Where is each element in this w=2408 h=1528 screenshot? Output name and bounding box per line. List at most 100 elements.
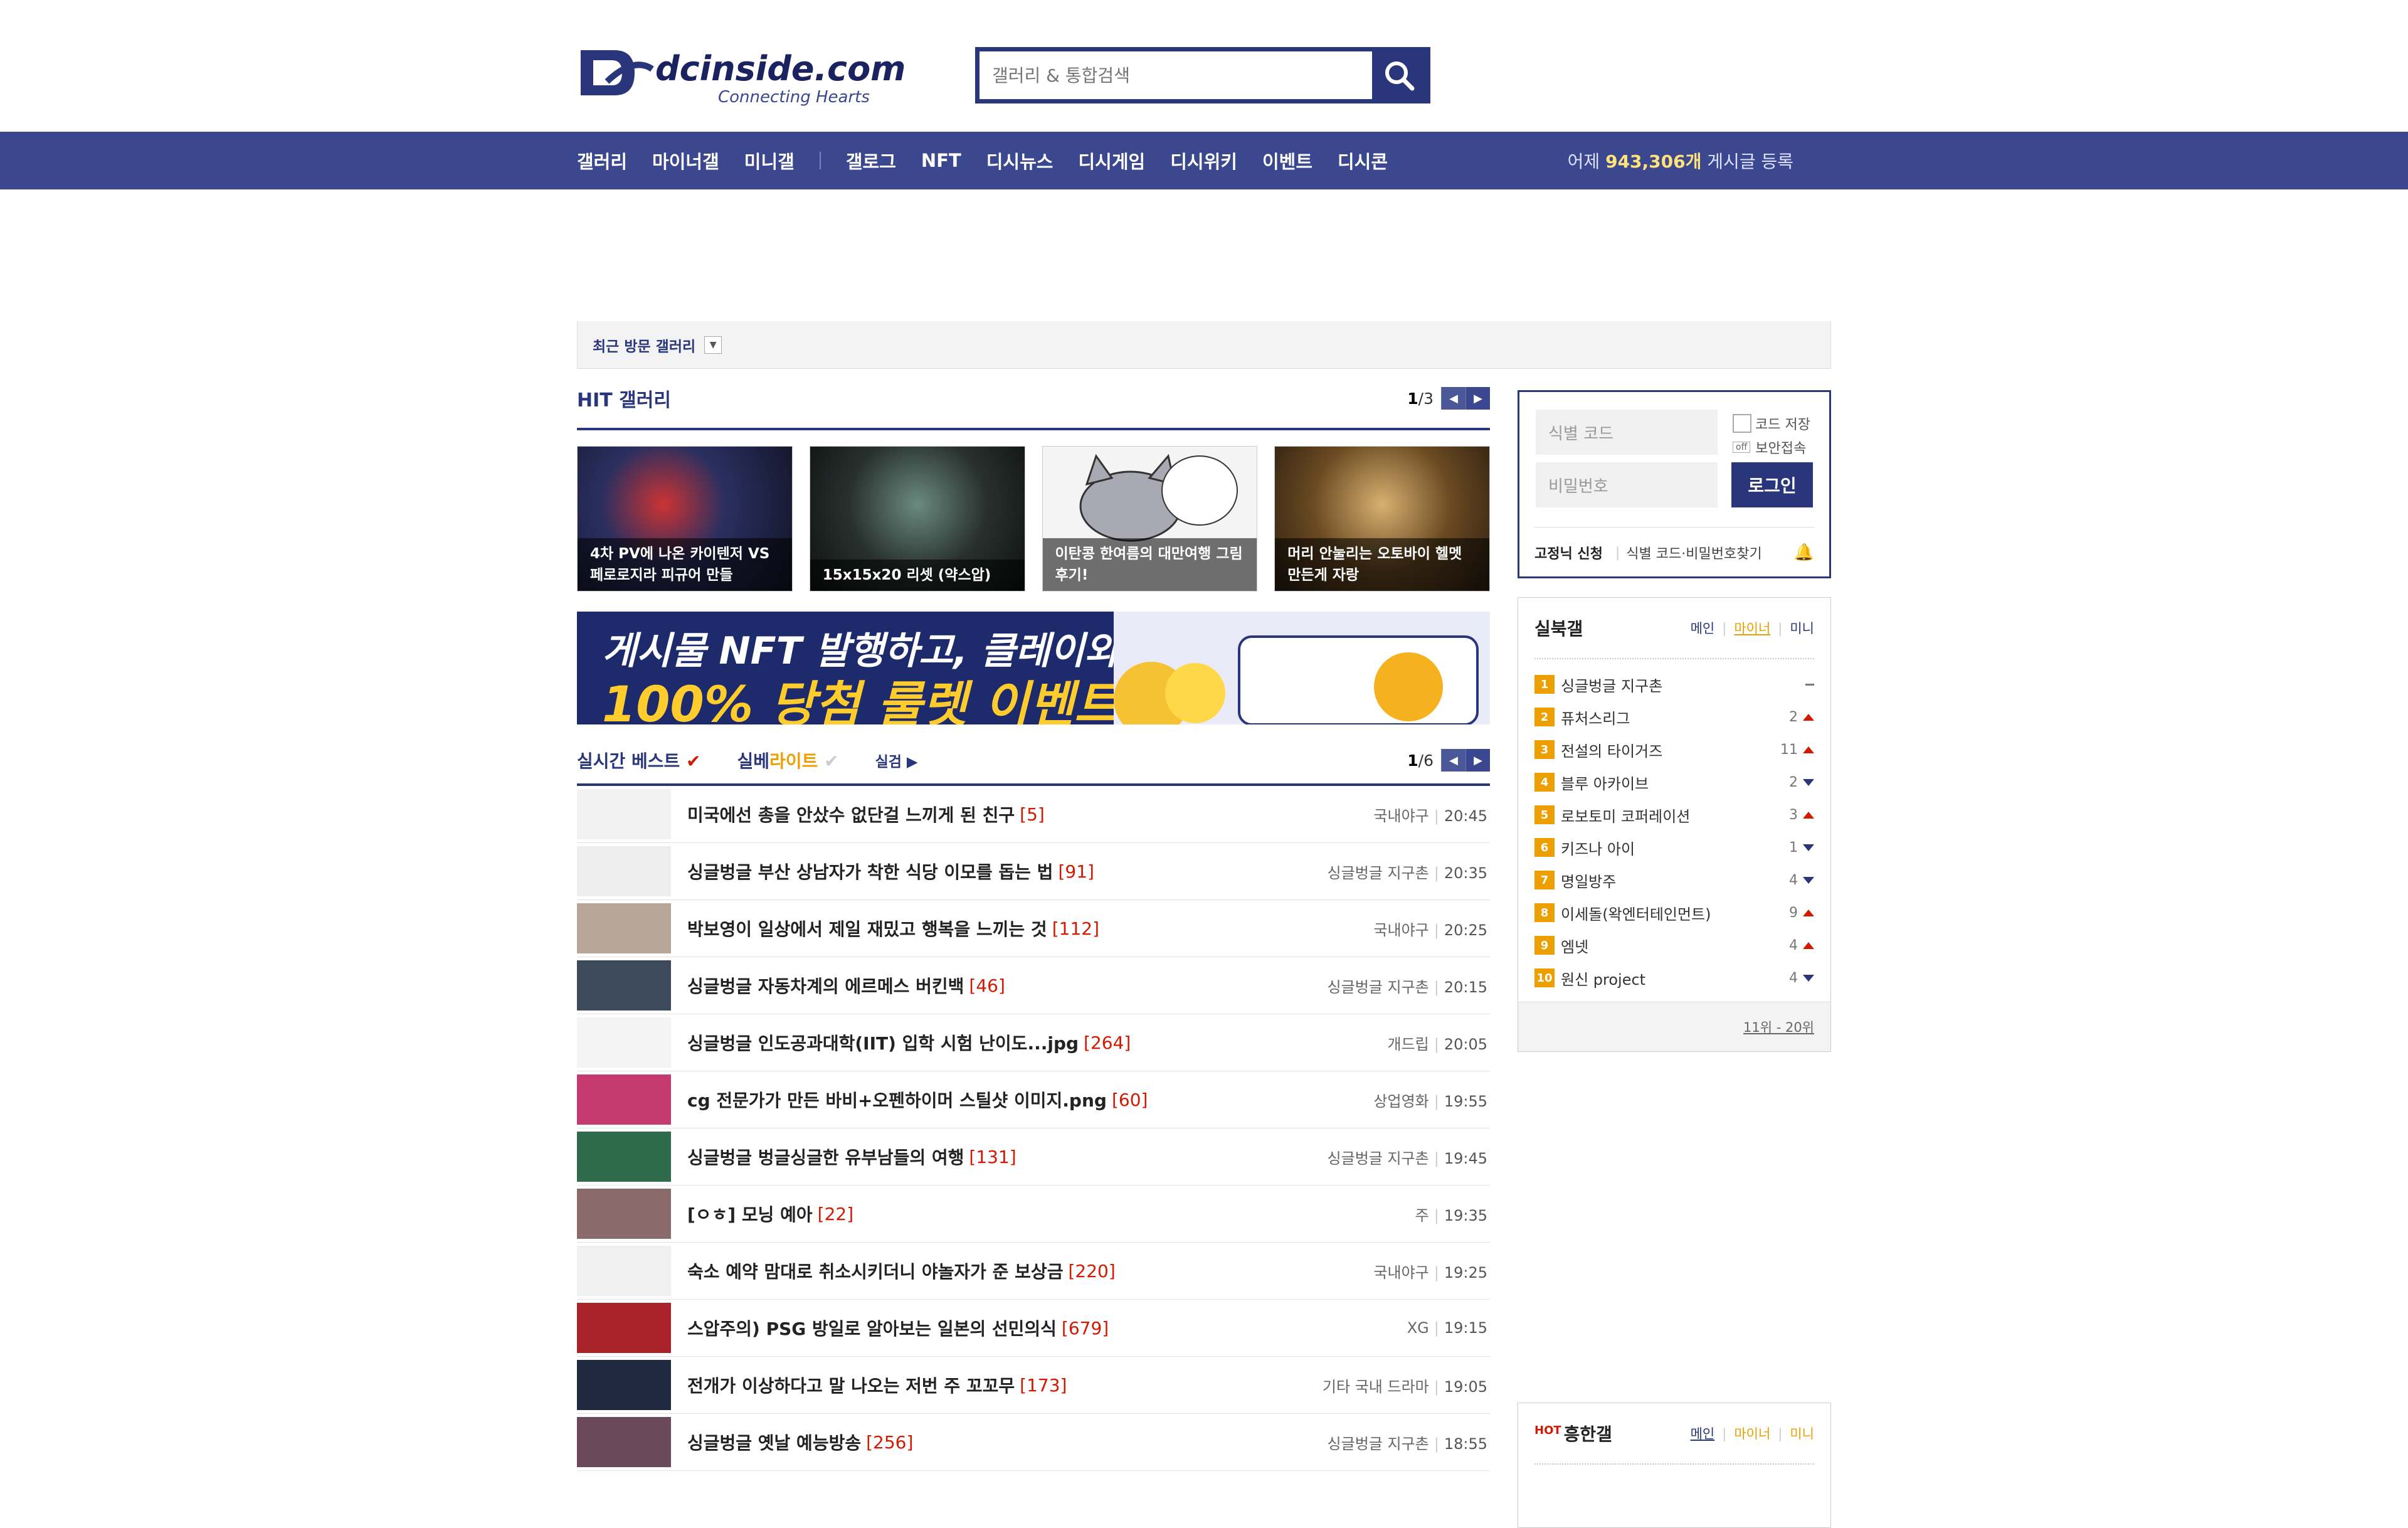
post-gallery[interactable]: 상업영화 xyxy=(1373,1093,1428,1110)
password-input[interactable]: 비밀번호 xyxy=(1536,462,1718,507)
post-title[interactable]: 싱글벙글 자동차계의 에르메스 버킨백 xyxy=(687,973,964,998)
next-arrow-icon[interactable]: ▶ xyxy=(1465,387,1490,410)
nav-dcwiki[interactable]: 디시위키 xyxy=(1170,147,1237,174)
post-gallery[interactable]: 국내야구 xyxy=(1373,1264,1428,1281)
search-input[interactable] xyxy=(980,51,1372,99)
rank-gallery-name[interactable]: 이세돌(왁엔터테인먼트) xyxy=(1561,902,1711,924)
nft-event-banner[interactable]: 게시물 NFT 발행하고, 클레이와 갤러콘 받자! 100% 당첨 룰렛 이벤… xyxy=(577,612,1490,724)
rank-gallery-name[interactable]: 전설의 타이거즈 xyxy=(1561,739,1662,761)
prev-arrow-icon[interactable]: ◀ xyxy=(1441,387,1465,410)
login-button[interactable]: 로그인 xyxy=(1731,462,1813,507)
post-title[interactable]: [ㅇㅎ] 모닝 예아 xyxy=(687,1201,813,1226)
tab-realtime-best[interactable]: 실시간 베스트 ✔ xyxy=(577,748,701,773)
hit-card[interactable]: 머리 안눌리는 오토바이 헬멧 만든게 자랑 xyxy=(1274,446,1490,592)
rank-item[interactable]: 5 로보토미 코퍼레이션 3 xyxy=(1534,798,1814,831)
rank-item[interactable]: 1 싱글벙글 지구촌 xyxy=(1534,668,1814,701)
hit-card[interactable]: 4차 PV에 나온 카이텐저 VS페로로지라 피규어 만들 xyxy=(577,446,793,592)
post-title[interactable]: 싱글벙글 옛날 예능방송 xyxy=(687,1430,861,1455)
bell-icon[interactable]: 🔔 xyxy=(1794,543,1814,562)
rank-item[interactable]: 8 이세돌(왁엔터테인먼트) 9 xyxy=(1534,896,1814,929)
post-title[interactable]: 전개가 이상하다고 말 나오는 저번 주 꼬꼬무 xyxy=(687,1372,1015,1398)
chevron-down-icon[interactable]: ▼ xyxy=(704,336,722,354)
dcinside-logo[interactable]: dcinside.com Connecting Hearts xyxy=(577,44,941,107)
post-row[interactable]: [ㅇㅎ] 모닝 예아 [22] 주 | 19:35 xyxy=(577,1186,1490,1243)
rank-item[interactable]: 3 전설의 타이거즈 11 xyxy=(1534,733,1814,766)
post-title[interactable]: cg 전문가가 만든 바비+오펜하이머 스틸샷 이미지.png xyxy=(687,1087,1107,1112)
rank-item[interactable]: 10 원신 project 4 xyxy=(1534,962,1814,994)
post-row[interactable]: 싱글벙글 벙글싱글한 유부남들의 여행 [131] 싱글벙글 지구촌 | 19:45 xyxy=(577,1128,1490,1186)
post-gallery[interactable]: 싱글벙글 지구촌 xyxy=(1328,1150,1429,1167)
post-gallery[interactable]: 국내야구 xyxy=(1373,807,1428,825)
prev-arrow-icon[interactable]: ◀ xyxy=(1441,749,1465,772)
post-title[interactable]: 싱글벙글 인도공과대학(IIT) 입학 시험 난이도...jpg xyxy=(687,1030,1079,1055)
rank-more-link[interactable]: 11위 - 20위 xyxy=(1518,1002,1830,1051)
nav-mini-gallery[interactable]: 미니갤 xyxy=(744,147,795,174)
post-gallery[interactable]: 싱글벙글 지구촌 xyxy=(1328,979,1429,996)
post-title[interactable]: 싱글벙글 부산 상남자가 착한 식당 이모를 돕는 법 xyxy=(687,859,1053,884)
signup-link[interactable]: 고정닉 신청 xyxy=(1534,543,1603,563)
post-gallery[interactable]: 개드립 xyxy=(1387,1036,1428,1053)
post-gallery[interactable]: XG xyxy=(1407,1319,1429,1337)
nav-dcnews[interactable]: 디시뉴스 xyxy=(986,147,1054,174)
rank-gallery-name[interactable]: 키즈나 아이 xyxy=(1561,837,1635,859)
hit-card[interactable]: 15x15x20 리셋 (약스압) xyxy=(809,446,1025,592)
next-arrow-icon[interactable]: ▶ xyxy=(1465,749,1490,772)
find-account-link[interactable]: 식별 코드·비밀번호찾기 xyxy=(1626,543,1761,563)
rank-gallery-name[interactable]: 엠넷 xyxy=(1561,935,1588,957)
post-gallery[interactable]: 주 xyxy=(1415,1207,1429,1224)
rank-gallery-name[interactable]: 로보토미 코퍼레이션 xyxy=(1561,804,1690,826)
post-title[interactable]: 박보영이 일상에서 제일 재밌고 행복을 느끼는 것 xyxy=(687,916,1047,941)
tab-minor[interactable]: 마이너 xyxy=(1734,621,1770,636)
nav-gallog[interactable]: 갤로그 xyxy=(846,147,896,174)
rank-item[interactable]: 7 명일방주 4 xyxy=(1534,864,1814,896)
post-title[interactable]: 숙소 예약 맘대로 취소시키더니 야놀자가 준 보상금 xyxy=(687,1258,1063,1283)
nav-dcgame[interactable]: 디시게임 xyxy=(1078,147,1145,174)
post-row[interactable]: 싱글벙글 자동차계의 에르메스 버킨백 [46] 싱글벙글 지구촌 | 20:15 xyxy=(577,957,1490,1014)
post-row[interactable]: 숙소 예약 맘대로 취소시키더니 야놀자가 준 보상금 [220] 국내야구 | 19:… xyxy=(577,1243,1490,1300)
post-row[interactable]: 싱글벙글 옛날 예능방송 [256] 싱글벙글 지구촌 | 18:55 xyxy=(577,1414,1490,1471)
post-title[interactable]: 스압주의) PSG 방일로 알아보는 일본의 선민의식 xyxy=(687,1315,1057,1340)
tab-mini[interactable]: 미니 xyxy=(1790,1426,1814,1441)
rank-item[interactable]: 9 엠넷 4 xyxy=(1534,929,1814,962)
tab-main[interactable]: 메인 xyxy=(1691,1426,1715,1441)
post-gallery[interactable]: 기타 국내 드라마 xyxy=(1323,1378,1429,1396)
rank-gallery-name[interactable]: 싱글벙글 지구촌 xyxy=(1561,674,1662,696)
post-row[interactable]: cg 전문가가 만든 바비+오펜하이머 스틸샷 이미지.png [60] 상업영화 |… xyxy=(577,1071,1490,1128)
post-row[interactable]: 전개가 이상하다고 말 나오는 저번 주 꼬꼬무 [173] 기타 국내 드라마 | 1… xyxy=(577,1357,1490,1414)
hit-card[interactable]: 이탄콩 한여름의 대만여행 그림후기! xyxy=(1042,446,1258,592)
nav-nft[interactable]: NFT xyxy=(921,150,961,171)
nav-minor-gallery[interactable]: 마이너갤 xyxy=(652,147,719,174)
rank-item[interactable]: 6 키즈나 아이 1 xyxy=(1534,831,1814,864)
rank-item[interactable]: 2 퓨처스리그 2 xyxy=(1534,701,1814,733)
save-code-checkbox[interactable]: 코드 저장 xyxy=(1733,413,1810,433)
post-title[interactable]: 미국에선 총을 안샀수 없단걸 느끼게 된 친구 xyxy=(687,802,1015,827)
post-gallery[interactable]: 싱글벙글 지구촌 xyxy=(1328,864,1429,882)
post-row[interactable]: 싱글벙글 부산 상남자가 착한 식당 이모를 돕는 법 [91] 싱글벙글 지구촌 |… xyxy=(577,843,1490,900)
tab-minor[interactable]: 마이너 xyxy=(1734,1426,1770,1441)
post-row[interactable]: 미국에선 총을 안샀수 없단걸 느끼게 된 친구 [5] 국내야구 | 20:45 xyxy=(577,786,1490,843)
rank-gallery-name[interactable]: 명일방주 xyxy=(1561,869,1616,891)
post-gallery[interactable]: 국내야구 xyxy=(1373,921,1428,939)
nav-event[interactable]: 이벤트 xyxy=(1262,147,1312,174)
tab-realtime-search[interactable]: 실검 ▶ xyxy=(875,750,918,771)
search-button[interactable] xyxy=(1372,51,1426,99)
tab-mini[interactable]: 미니 xyxy=(1790,621,1814,636)
hit-gallery-title[interactable]: HIT 갤러리 xyxy=(577,385,671,412)
post-gallery[interactable]: 싱글벙글 지구촌 xyxy=(1328,1435,1429,1453)
secure-login-toggle[interactable]: off 보안접속 xyxy=(1733,437,1806,457)
nav-dccon[interactable]: 디시콘 xyxy=(1338,147,1388,174)
tab-best-light[interactable]: 실베라이트 ✔ xyxy=(737,748,839,773)
post-row[interactable]: 싱글벙글 인도공과대학(IIT) 입학 시험 난이도...jpg [264] 개드립… xyxy=(577,1014,1490,1071)
tab-main[interactable]: 메인 xyxy=(1691,621,1715,636)
rank-gallery-name[interactable]: 퓨처스리그 xyxy=(1561,706,1630,728)
recent-visit-bar[interactable]: 최근 방문 갤러리 ▼ xyxy=(577,321,1831,369)
rank-item[interactable]: 4 블루 아카이브 2 xyxy=(1534,766,1814,798)
id-input[interactable]: 식별 코드 xyxy=(1536,410,1718,455)
post-row[interactable]: 박보영이 일상에서 제일 재밌고 행복을 느끼는 것 [112] 국내야구 | 20:2… xyxy=(577,900,1490,957)
post-row[interactable]: 스압주의) PSG 방일로 알아보는 일본의 선민의식 [679] XG | 19:15 xyxy=(577,1300,1490,1357)
rank-gallery-name[interactable]: 블루 아카이브 xyxy=(1561,772,1649,793)
post-count-value: 943,306개 xyxy=(1605,151,1702,172)
rank-gallery-name[interactable]: 원신 project xyxy=(1561,967,1645,989)
nav-gallery[interactable]: 갤러리 xyxy=(577,147,627,174)
post-title[interactable]: 싱글벙글 벙글싱글한 유부남들의 여행 xyxy=(687,1144,964,1169)
